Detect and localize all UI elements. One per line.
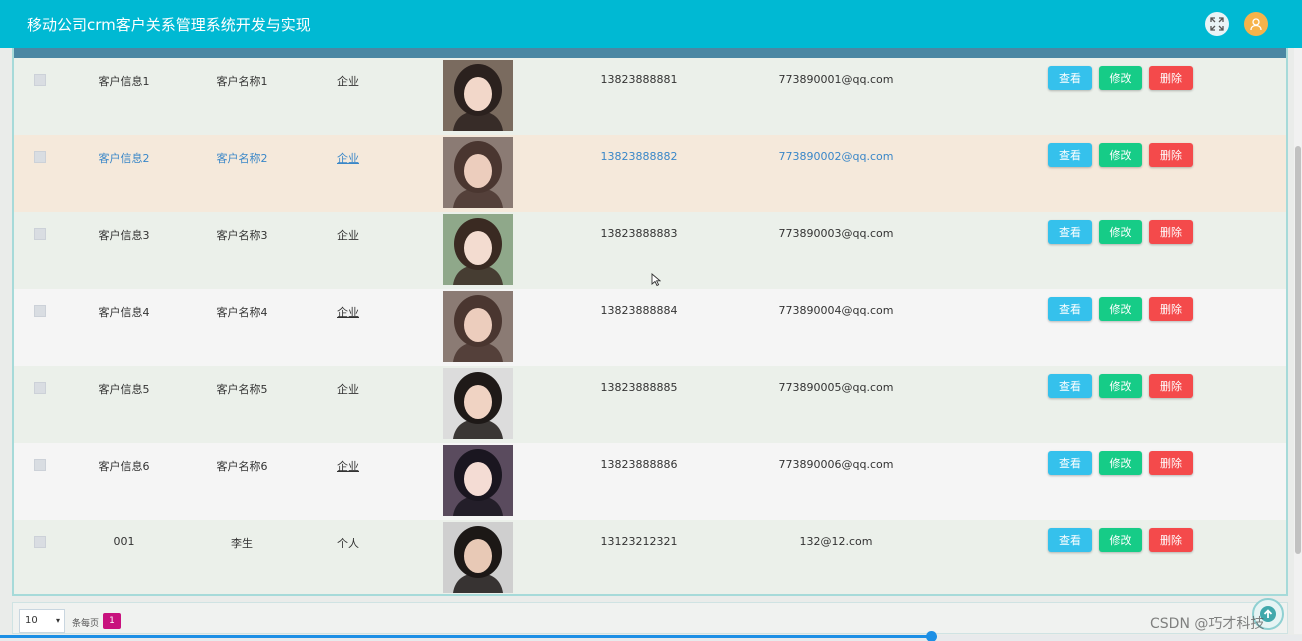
chevron-down-icon: ▾: [55, 616, 60, 625]
edit-button[interactable]: 修改: [1099, 451, 1142, 475]
fullscreen-icon[interactable]: [1205, 12, 1229, 36]
vertical-scrollbar[interactable]: [1294, 48, 1302, 634]
phone-cell: 13123212321: [600, 535, 678, 548]
row-checkbox[interactable]: [34, 151, 46, 163]
view-button[interactable]: 查看: [1048, 528, 1092, 552]
customer-photo: [443, 137, 513, 208]
edit-button[interactable]: 修改: [1099, 143, 1142, 167]
delete-button[interactable]: 删除: [1149, 66, 1193, 90]
customer-name-cell: 客户名称5: [216, 383, 268, 396]
customer-info-cell: 客户信息6: [98, 460, 150, 473]
email-cell: 773890006@qq.com: [778, 458, 894, 471]
phone-cell: 13823888884: [600, 304, 678, 317]
email-cell: 773890002@qq.com: [778, 150, 894, 163]
customer-photo: [443, 60, 513, 131]
row-checkbox[interactable]: [34, 382, 46, 394]
edit-button[interactable]: 修改: [1099, 220, 1142, 244]
delete-button[interactable]: 删除: [1149, 451, 1193, 475]
customer-table: 客户信息1 客户名称1 企业 13823888881 773890001@qq.com 查…: [12, 48, 1288, 596]
table-row[interactable]: 001 李生 个人 13123212321 132@12.com 查看 修改 删除: [14, 520, 1286, 594]
customer-name-cell: 客户名称1: [216, 75, 268, 88]
table-row[interactable]: 客户信息6 客户名称6 企业 13823888886 773890006@qq.com 查…: [14, 443, 1286, 520]
customer-type-cell: 企业: [337, 229, 359, 242]
customer-type-cell: 企业: [337, 152, 359, 165]
edit-button[interactable]: 修改: [1099, 66, 1142, 90]
customer-photo: [443, 445, 513, 516]
table-row[interactable]: 客户信息1 客户名称1 企业 13823888881 773890001@qq.com 查…: [14, 58, 1286, 135]
delete-button[interactable]: 删除: [1149, 143, 1193, 167]
page-size-select[interactable]: 10 ▾: [19, 609, 65, 633]
page-number-button[interactable]: 1: [103, 613, 121, 629]
row-checkbox[interactable]: [34, 74, 46, 86]
delete-button[interactable]: 删除: [1149, 374, 1193, 398]
customer-type-cell: 企业: [337, 306, 359, 319]
customer-info-cell: 客户信息2: [98, 152, 150, 165]
email-cell: 773890001@qq.com: [778, 73, 894, 86]
row-checkbox[interactable]: [34, 305, 46, 317]
phone-cell: 13823888883: [600, 227, 678, 240]
customer-info-cell: 客户信息5: [98, 383, 150, 396]
page-size-value: 10: [25, 615, 38, 626]
customer-name-cell: 客户名称2: [216, 152, 268, 165]
customer-photo: [443, 522, 513, 593]
customer-type-cell: 个人: [337, 537, 359, 550]
delete-button[interactable]: 删除: [1149, 528, 1193, 552]
customer-info-cell: 客户信息4: [98, 306, 150, 319]
row-checkbox[interactable]: [34, 536, 46, 548]
view-button[interactable]: 查看: [1048, 297, 1092, 321]
mouse-cursor-icon: [651, 272, 662, 291]
row-checkbox[interactable]: [34, 228, 46, 240]
customer-photo: [443, 368, 513, 439]
progress-knob[interactable]: [925, 631, 937, 641]
customer-info-cell: 001: [113, 535, 135, 548]
view-button[interactable]: 查看: [1048, 143, 1092, 167]
view-button[interactable]: 查看: [1048, 220, 1092, 244]
customer-photo: [443, 291, 513, 362]
progress-fill: [0, 635, 931, 638]
user-avatar-icon[interactable]: [1244, 12, 1268, 36]
customer-type-cell: 企业: [337, 75, 359, 88]
delete-button[interactable]: 删除: [1149, 297, 1193, 321]
edit-button[interactable]: 修改: [1099, 374, 1142, 398]
customer-name-cell: 客户名称3: [216, 229, 268, 242]
email-cell: 132@12.com: [799, 535, 873, 548]
customer-name-cell: 客户名称4: [216, 306, 268, 319]
customer-type-cell: 企业: [337, 383, 359, 396]
pagination-bar: 10 ▾ 条每页 1: [12, 602, 1288, 634]
customer-type-cell: 企业: [337, 460, 359, 473]
delete-button[interactable]: 删除: [1149, 220, 1193, 244]
email-cell: 773890003@qq.com: [778, 227, 894, 240]
view-button[interactable]: 查看: [1048, 451, 1092, 475]
email-cell: 773890004@qq.com: [778, 304, 894, 317]
top-bar: 移动公司crm客户关系管理系统开发与实现: [0, 0, 1302, 48]
email-cell: 773890005@qq.com: [778, 381, 894, 394]
phone-cell: 13823888885: [600, 381, 678, 394]
app-title: 移动公司crm客户关系管理系统开发与实现: [27, 16, 311, 34]
customer-name-cell: 李生: [231, 537, 253, 550]
phone-cell: 13823888886: [600, 458, 678, 471]
table-row[interactable]: 客户信息4 客户名称4 企业 13823888884 773890004@qq.com 查…: [14, 289, 1286, 366]
edit-button[interactable]: 修改: [1099, 528, 1142, 552]
table-row[interactable]: 客户信息5 客户名称5 企业 13823888885 773890005@qq.com 查…: [14, 366, 1286, 443]
customer-name-cell: 客户名称6: [216, 460, 268, 473]
phone-cell: 13823888881: [600, 73, 678, 86]
table-header: [14, 48, 1286, 58]
scrollbar-thumb[interactable]: [1295, 146, 1301, 554]
watermark: CSDN @巧才科技: [1150, 616, 1265, 632]
table-row[interactable]: 客户信息2 客户名称2 企业 13823888882 773890002@qq.com 查…: [14, 135, 1286, 212]
customer-photo: [443, 214, 513, 285]
phone-cell: 13823888882: [600, 150, 678, 163]
customer-info-cell: 客户信息3: [98, 229, 150, 242]
row-checkbox[interactable]: [34, 459, 46, 471]
view-button[interactable]: 查看: [1048, 374, 1092, 398]
view-button[interactable]: 查看: [1048, 66, 1092, 90]
edit-button[interactable]: 修改: [1099, 297, 1142, 321]
per-page-label: 条每页: [72, 619, 100, 629]
customer-info-cell: 客户信息1: [98, 75, 150, 88]
